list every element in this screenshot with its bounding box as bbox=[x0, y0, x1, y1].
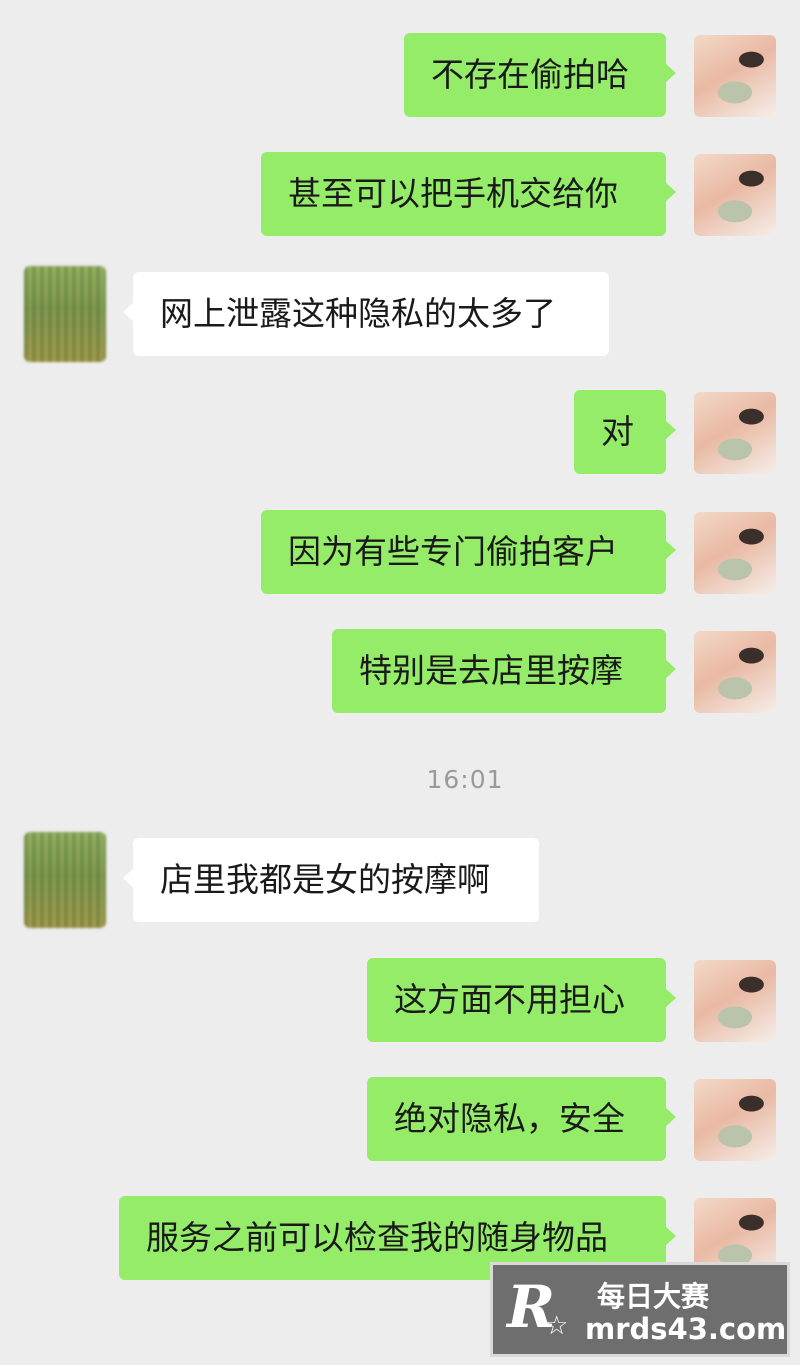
my-avatar[interactable] bbox=[694, 35, 776, 117]
my-avatar[interactable] bbox=[694, 154, 776, 236]
message-row: 店里我都是女的按摩啊 bbox=[0, 832, 800, 928]
message-bubble-sent[interactable]: 特别是去店里按摩 bbox=[332, 629, 676, 713]
watermark-url: mrds43.com bbox=[585, 1312, 787, 1346]
message-row: 不存在偷拍哈 bbox=[0, 33, 800, 117]
message-bubble-sent[interactable]: 甚至可以把手机交给你 bbox=[261, 152, 676, 236]
message-row: 绝对隐私，安全 bbox=[0, 1077, 800, 1161]
message-timestamp: 16:01 bbox=[426, 765, 504, 794]
watermark: R ☆ 每日大赛 mrds43.com bbox=[490, 1262, 790, 1357]
my-avatar[interactable] bbox=[694, 631, 776, 713]
my-avatar[interactable] bbox=[694, 1079, 776, 1161]
watermark-title: 每日大赛 bbox=[597, 1280, 710, 1313]
message-bubble-sent[interactable]: 绝对隐私，安全 bbox=[367, 1077, 676, 1161]
message-bubble-sent[interactable]: 因为有些专门偷拍客户 bbox=[261, 510, 676, 594]
my-avatar[interactable] bbox=[694, 512, 776, 594]
message-row: 网上泄露这种隐私的太多了 bbox=[0, 266, 800, 362]
contact-avatar[interactable] bbox=[24, 266, 106, 362]
message-bubble-sent[interactable]: 不存在偷拍哈 bbox=[404, 33, 676, 117]
message-bubble-received[interactable]: 店里我都是女的按摩啊 bbox=[123, 838, 539, 922]
message-bubble-sent[interactable]: 对 bbox=[574, 390, 676, 474]
message-bubble-received[interactable]: 网上泄露这种隐私的太多了 bbox=[123, 272, 609, 356]
message-bubble-sent[interactable]: 这方面不用担心 bbox=[367, 958, 676, 1042]
my-avatar[interactable] bbox=[694, 392, 776, 474]
message-row: 因为有些专门偷拍客户 bbox=[0, 510, 800, 594]
message-row: 特别是去店里按摩 bbox=[0, 629, 800, 713]
my-avatar[interactable] bbox=[694, 960, 776, 1042]
contact-avatar[interactable] bbox=[24, 832, 106, 928]
message-row: 这方面不用担心 bbox=[0, 958, 800, 1042]
star-icon: ☆ bbox=[545, 1311, 569, 1341]
message-row: 甚至可以把手机交给你 bbox=[0, 152, 800, 236]
message-row: 对 bbox=[0, 390, 800, 474]
chat-area: 不存在偷拍哈 甚至可以把手机交给你 网上泄露这种隐私的太多了 对 因为有些专门偷… bbox=[0, 0, 800, 1365]
